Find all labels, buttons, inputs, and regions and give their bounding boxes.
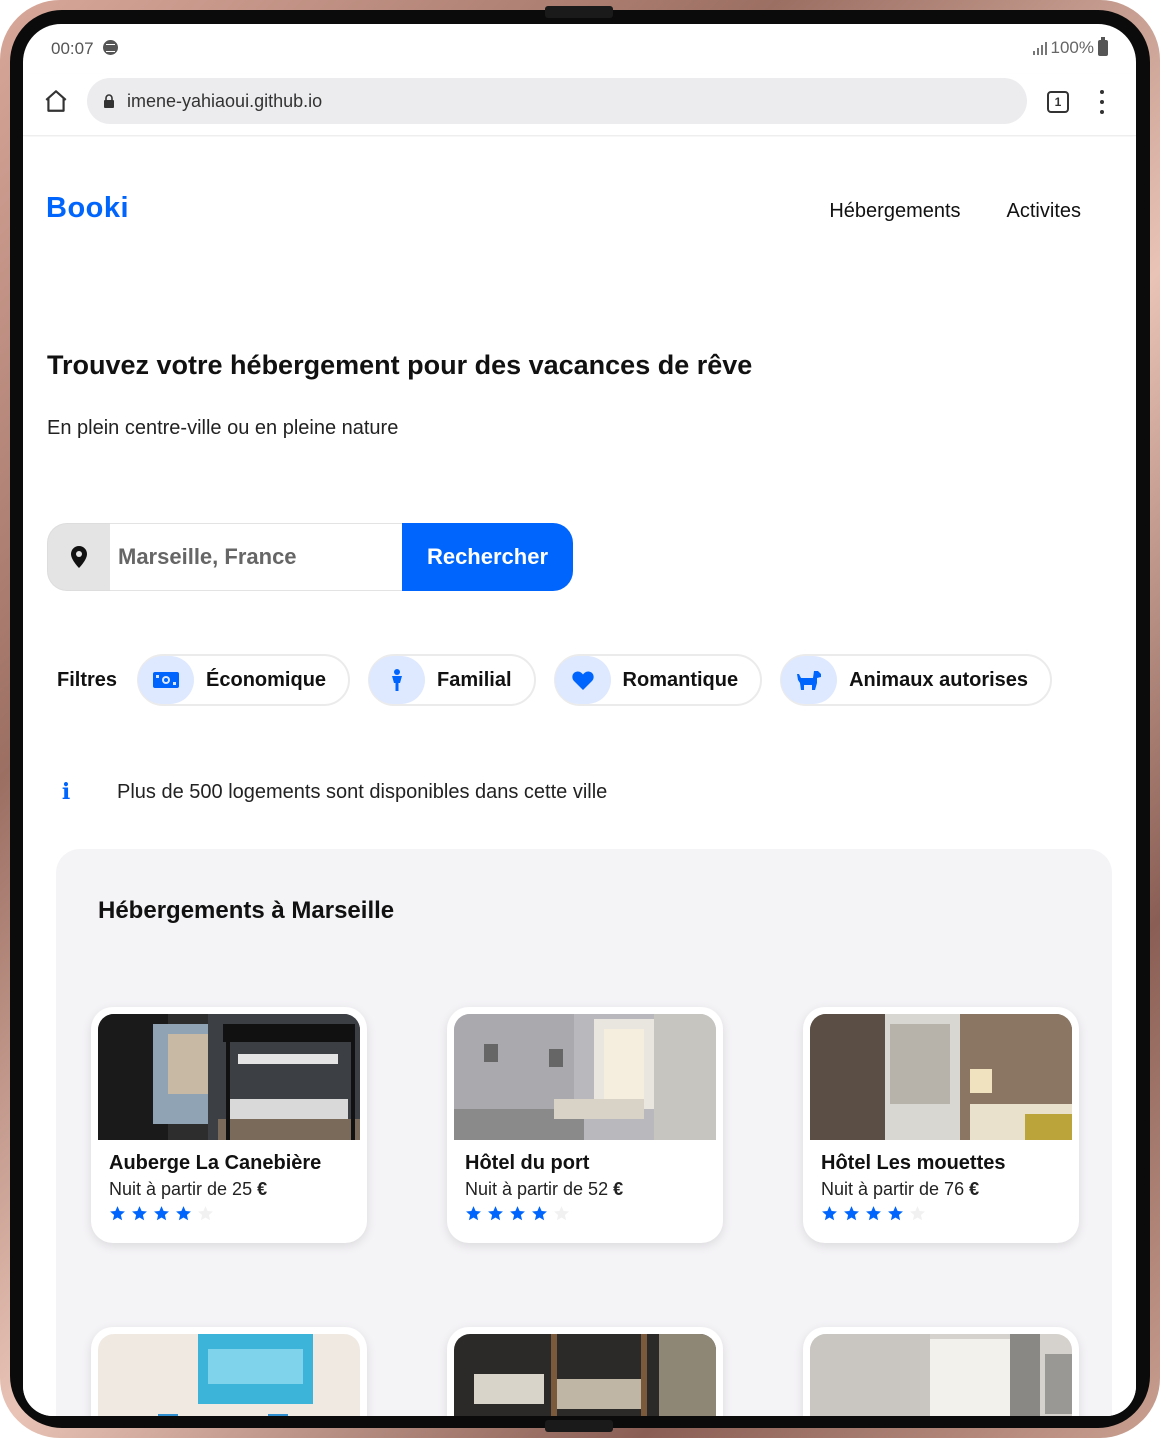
- info-banner: i Plus de 500 logements sont disponibles…: [53, 774, 608, 810]
- nav-activites[interactable]: Activites: [1007, 200, 1081, 223]
- listing-section: Hébergements à Marseille Auberge La Cane…: [56, 849, 1112, 1416]
- card-name: Hôtel du port: [465, 1152, 590, 1174]
- status-right: 100%: [1032, 37, 1108, 58]
- star-icon: [176, 1206, 191, 1221]
- address-bar[interactable]: imene-yahiaoui.github.io: [87, 78, 1027, 124]
- card-price-text: Nuit à partir de 25: [109, 1179, 253, 1199]
- card-image: [98, 1334, 360, 1416]
- site-logo[interactable]: Booki: [46, 192, 129, 225]
- filter-label: Romantique: [622, 668, 739, 691]
- listing-card[interactable]: Hôtel Les mouettes Nuit à partir de 76 €: [803, 1007, 1079, 1243]
- filter-economique[interactable]: Économique: [137, 654, 351, 706]
- search-bar: Marseille, France Rechercher: [47, 523, 573, 591]
- filters-label: Filtres: [57, 668, 118, 691]
- listing-title: Hébergements à Marseille: [98, 897, 395, 924]
- card-price: Nuit à partir de 52 €: [465, 1179, 716, 1200]
- card-price-text: Nuit à partir de 52: [465, 1179, 609, 1199]
- star-icon: [132, 1206, 147, 1221]
- home-icon[interactable]: [43, 88, 69, 114]
- filter-romantique[interactable]: Romantique: [553, 654, 763, 706]
- card-price-text: Nuit à partir de 76: [821, 1179, 965, 1199]
- filter-animaux[interactable]: Animaux autorises: [780, 654, 1053, 706]
- browser-menu-icon[interactable]: [1099, 90, 1105, 114]
- card-name: Hôtel Les mouettes: [821, 1152, 1006, 1174]
- search-input[interactable]: Marseille, France: [110, 523, 402, 591]
- hero-title: Trouvez votre hébergement pour des vacan…: [47, 350, 753, 380]
- rating-stars: [109, 1205, 360, 1222]
- star-icon: [822, 1206, 837, 1221]
- card-currency: €: [257, 1179, 268, 1199]
- filter-familial[interactable]: Familial: [368, 654, 536, 706]
- card-image: [454, 1334, 716, 1416]
- card-price: Nuit à partir de 25 €: [109, 1179, 360, 1200]
- star-icon: [888, 1206, 903, 1221]
- status-bar: 00:07 100%: [23, 24, 1136, 74]
- listing-card[interactable]: Hôtel du port Nuit à partir de 52 €: [447, 1007, 723, 1243]
- device-frame: 00:07 100% imene-yahiaoui.github.io 1 Bo…: [0, 0, 1160, 1438]
- star-icon: [466, 1206, 481, 1221]
- dog-icon: [781, 656, 838, 704]
- star-icon: [198, 1206, 213, 1221]
- spotify-icon: [103, 40, 118, 55]
- battery-percent: 100%: [1050, 38, 1094, 57]
- star-icon: [510, 1206, 525, 1221]
- location-pin-icon: [47, 523, 110, 591]
- filter-label: Économique: [206, 668, 327, 691]
- listing-card[interactable]: [447, 1327, 723, 1416]
- star-icon: [110, 1206, 125, 1221]
- screen: 00:07 100% imene-yahiaoui.github.io 1 Bo…: [23, 24, 1136, 1416]
- star-icon: [844, 1206, 859, 1221]
- card-currency: €: [613, 1179, 624, 1199]
- filter-label: Animaux autorises: [849, 668, 1029, 691]
- money-icon: [138, 656, 195, 704]
- nav-hebergements[interactable]: Hébergements: [829, 200, 960, 223]
- person-icon: [369, 656, 426, 704]
- listing-card[interactable]: [91, 1327, 367, 1416]
- battery-icon: [1098, 37, 1108, 56]
- card-image: [810, 1014, 1072, 1140]
- tab-switcher-icon[interactable]: 1: [1047, 91, 1069, 113]
- card-name: Auberge La Canebière: [109, 1152, 322, 1174]
- lock-icon: [104, 94, 114, 108]
- hinge-bottom: [545, 1420, 613, 1432]
- signal-icon: [1032, 41, 1047, 55]
- card-image: [98, 1014, 360, 1140]
- listing-card[interactable]: Auberge La Canebière Nuit à partir de 25…: [91, 1007, 367, 1243]
- web-page: Booki Hébergements Activites Trouvez vot…: [23, 137, 1136, 1416]
- hinge-top: [545, 6, 613, 18]
- search-button[interactable]: Rechercher: [402, 523, 573, 591]
- listing-card[interactable]: [803, 1327, 1079, 1416]
- star-icon: [910, 1206, 925, 1221]
- heart-icon: [554, 656, 611, 704]
- star-icon: [532, 1206, 547, 1221]
- status-time: 00:07: [51, 39, 94, 58]
- filter-label: Familial: [437, 668, 512, 691]
- star-icon: [154, 1206, 169, 1221]
- card-image: [454, 1014, 716, 1140]
- url-text: imene-yahiaoui.github.io: [127, 90, 323, 111]
- main-nav: Hébergements Activites: [829, 200, 1081, 223]
- star-icon: [488, 1206, 503, 1221]
- browser-toolbar: imene-yahiaoui.github.io 1: [23, 74, 1136, 136]
- filters-row: Filtres Économique Familial Romantique A…: [57, 654, 1070, 706]
- rating-stars: [821, 1205, 1072, 1222]
- info-icon: i: [61, 779, 71, 805]
- card-currency: €: [969, 1179, 980, 1199]
- star-icon: [554, 1206, 569, 1221]
- rating-stars: [465, 1205, 716, 1222]
- card-image: [810, 1334, 1072, 1416]
- card-price: Nuit à partir de 76 €: [821, 1179, 1072, 1200]
- hero-subtitle: En plein centre-ville ou en pleine natur…: [47, 417, 399, 439]
- info-text: Plus de 500 logements sont disponibles d…: [117, 780, 608, 803]
- star-icon: [866, 1206, 881, 1221]
